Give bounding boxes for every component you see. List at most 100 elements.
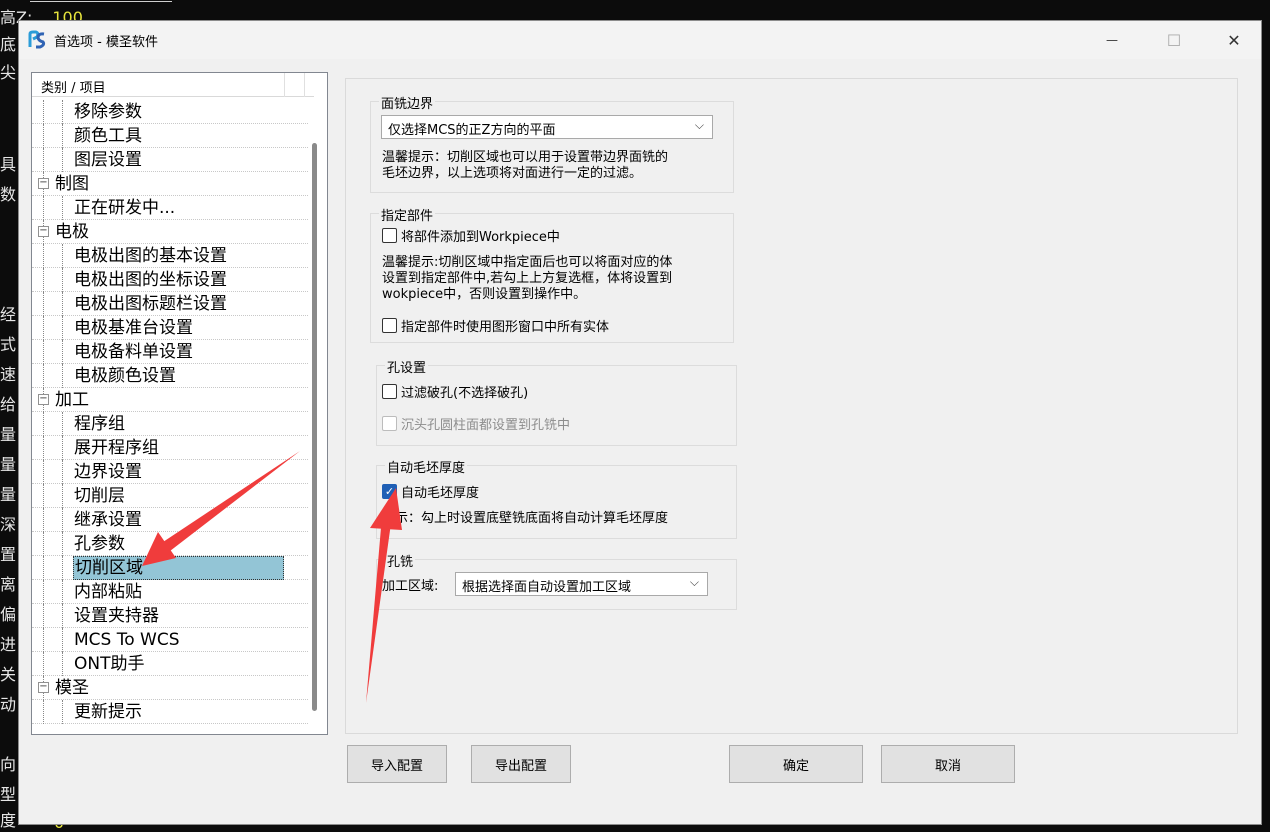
hole-settings-group: 孔设置 过滤破孔(不选择破孔) 沉头孔圆柱面都设置到孔铣中 (376, 357, 737, 446)
use-all-solids-checkbox[interactable]: 指定部件时使用图形窗口中所有实体 (382, 316, 610, 335)
tree-guide-line (62, 412, 63, 436)
export-config-button[interactable]: 导出配置 (471, 745, 571, 783)
assign-part-title: 指定部件 (379, 205, 436, 224)
close-button[interactable]: ✕ (1211, 21, 1257, 59)
tree-item[interactable]: 继承设置 (32, 508, 308, 532)
preferences-dialog: 首选项 - 模圣软件 — ☐ ✕ 类别 / 项目 移除参数 颜色工具 图层设置 − 制图… (18, 20, 1262, 825)
settings-panel: 面铣边界 仅选择MCS的正Z方向的平面 ⌵ 温馨提示：切削区域也可以用于设置带边… (345, 78, 1238, 734)
tree-guide-line (62, 700, 63, 724)
tree-item[interactable]: 展开程序组 (32, 436, 308, 460)
tree-item-label: 切削层 (74, 486, 125, 506)
tree-item[interactable]: 孔参数 (32, 532, 308, 556)
tree-item[interactable]: 电极备料单设置 (32, 340, 308, 364)
maximize-icon: ☐ (1166, 30, 1182, 50)
tree-item-label: 切削区域 (73, 556, 284, 580)
tree-header[interactable]: 类别 / 项目 (32, 73, 314, 97)
tree-item[interactable]: 电极出图的坐标设置 (32, 268, 308, 292)
tree-guide-line (43, 628, 44, 652)
auto-stock-title: 自动毛坯厚度 (385, 457, 468, 476)
tree-item[interactable]: 电极基准台设置 (32, 316, 308, 340)
tree-guide-line (43, 484, 44, 508)
tree-item[interactable]: 电极颜色设置 (32, 364, 308, 388)
tree-guide-line (43, 148, 44, 172)
tree-node[interactable]: − 电极 (32, 220, 308, 244)
collapse-icon[interactable]: − (38, 226, 49, 237)
tree-item-label: 颜色工具 (74, 126, 142, 146)
tree-guide-line (43, 244, 44, 268)
auto-stock-hint: 提示：勾上时设置底壁铣底面将自动计算毛坯厚度 (382, 511, 669, 526)
tree-guide-line (43, 436, 44, 460)
counterbore-checkbox[interactable]: 沉头孔圆柱面都设置到孔铣中 (382, 414, 570, 433)
tree-guide-line (62, 604, 63, 628)
tree-item-label: 电极出图的基本设置 (74, 246, 227, 266)
tree-guide-line (43, 124, 44, 148)
filter-broken-hole-checkbox[interactable]: 过滤破孔(不选择破孔) (382, 382, 529, 401)
machining-area-label: 加工区域: (382, 579, 439, 594)
title-bar[interactable]: 首选项 - 模圣软件 — ☐ ✕ (19, 21, 1261, 59)
tree-node[interactable]: − 模圣 (32, 676, 308, 700)
tree-item-label: 制图 (55, 174, 89, 194)
check-icon[interactable]: ✓ (382, 483, 397, 499)
tree-guide-line (62, 244, 63, 268)
tree-guide-line (62, 580, 63, 604)
collapse-icon[interactable]: − (38, 394, 49, 405)
tree-guide-line (43, 364, 44, 388)
tree-item-label: 加工 (55, 390, 89, 410)
face-milling-title: 面铣边界 (379, 93, 436, 112)
tree-item[interactable]: 颜色工具 (32, 124, 308, 148)
tree-item[interactable]: 移除参数 (32, 100, 308, 124)
hole-milling-group: 孔铣 加工区域: 根据选择面自动设置加工区域 ⌵ (376, 551, 737, 610)
checkbox-box[interactable] (382, 383, 397, 399)
tree-item[interactable]: 边界设置 (32, 460, 308, 484)
cancel-button[interactable]: 取消 (881, 745, 1015, 783)
face-milling-combo[interactable]: 仅选择MCS的正Z方向的平面 ⌵ (381, 115, 713, 139)
tree-guide-line (43, 268, 44, 292)
tree-guide-line (43, 580, 44, 604)
add-to-workpiece-checkbox[interactable]: 将部件添加到Workpiece中 (382, 226, 560, 245)
chevron-down-icon: ⌵ (689, 575, 699, 589)
filter-broken-hole-label: 过滤破孔(不选择破孔) (401, 385, 529, 401)
tree-item[interactable]: 程序组 (32, 412, 308, 436)
tree-item[interactable]: 切削区域 (32, 556, 308, 580)
maximize-button[interactable]: ☐ (1151, 21, 1197, 59)
tree-item[interactable]: 电极出图的基本设置 (32, 244, 308, 268)
tree-guide-line (62, 124, 63, 148)
tree-node[interactable]: − 制图 (32, 172, 308, 196)
assign-part-group: 指定部件 将部件添加到Workpiece中 温馨提示:切削区域中指定面后也可以将… (370, 205, 734, 343)
collapse-icon[interactable]: − (38, 178, 49, 189)
tree-guide-line (43, 532, 44, 556)
minimize-button[interactable]: — (1089, 21, 1135, 59)
tree-item[interactable]: MCS To WCS (32, 628, 308, 652)
tree-guide-line (43, 700, 44, 724)
tree-guide-line (62, 484, 63, 508)
hole-settings-title: 孔设置 (385, 357, 429, 376)
header-divider (284, 73, 285, 97)
add-to-workpiece-label: 将部件添加到Workpiece中 (401, 229, 560, 245)
use-all-solids-label: 指定部件时使用图形窗口中所有实体 (401, 319, 610, 335)
ok-button[interactable]: 确定 (729, 745, 863, 783)
category-tree[interactable]: 类别 / 项目 移除参数 颜色工具 图层设置 − 制图 正在研发中... − 电极 电极出图的基… (31, 72, 328, 735)
tree-scrollbar[interactable] (312, 143, 317, 711)
tree-item-label: 电极 (55, 222, 89, 242)
hole-milling-title: 孔铣 (385, 551, 416, 570)
tree-item[interactable]: 图层设置 (32, 148, 308, 172)
tree-node[interactable]: − 加工 (32, 388, 308, 412)
checkbox-box[interactable] (382, 415, 397, 431)
tree-item[interactable]: 设置夹持器 (32, 604, 308, 628)
tree-item[interactable]: ONT助手 (32, 652, 308, 676)
tree-item[interactable]: 正在研发中... (32, 196, 308, 220)
tree-item[interactable]: 切削层 (32, 484, 308, 508)
checkbox-box[interactable] (382, 227, 397, 243)
import-config-button[interactable]: 导入配置 (347, 745, 447, 783)
checkbox-box[interactable] (382, 317, 397, 333)
collapse-icon[interactable]: − (38, 682, 49, 693)
tree-item[interactable]: 电极出图标题栏设置 (32, 292, 308, 316)
app-logo-icon (28, 30, 46, 49)
tree-item[interactable]: 更新提示 (32, 700, 308, 724)
tree-guide-line (62, 436, 63, 460)
tree-item-label: 展开程序组 (74, 438, 159, 458)
tree-item[interactable]: 内部粘贴 (32, 580, 308, 604)
auto-stock-group: 自动毛坯厚度 ✓ 自动毛坯厚度 提示：勾上时设置底壁铣底面将自动计算毛坯厚度 (376, 457, 737, 539)
machining-area-combo[interactable]: 根据选择面自动设置加工区域 ⌵ (455, 572, 708, 596)
auto-stock-checkbox[interactable]: ✓ 自动毛坯厚度 (382, 482, 479, 501)
